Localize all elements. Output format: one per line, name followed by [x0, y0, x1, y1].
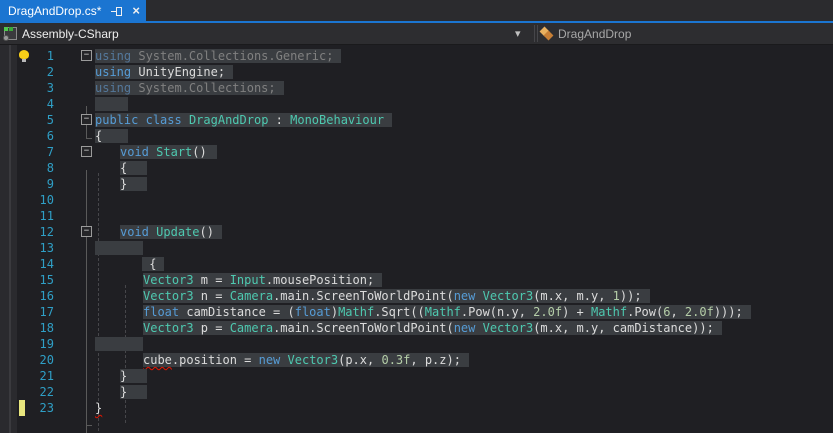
code-line[interactable]: 13	[0, 240, 833, 256]
line-number: 15	[39, 273, 54, 287]
code-line[interactable]: 5 public class DragAndDrop : MonoBehaviou…	[0, 112, 833, 128]
line-number: 13	[39, 241, 54, 255]
class-icon	[539, 26, 554, 41]
code-text: float camDistance = (float)Mathf.Sqrt((M…	[143, 304, 751, 320]
code-text: Vector3 n = Camera.main.ScreenToWorldPoi…	[143, 288, 650, 304]
type-dropdown-label: DragAndDrop	[558, 26, 632, 41]
type-dropdown[interactable]: DragAndDrop	[539, 23, 632, 44]
tab-strip: DragAndDrop.cs* ×	[0, 0, 833, 21]
code-text: Vector3 m = Input.mousePosition;	[143, 272, 383, 288]
code-line[interactable]: 22}	[0, 384, 833, 400]
line-number: 9	[46, 177, 54, 191]
code-line[interactable]: 1 using System.Collections.Generic;	[0, 48, 833, 64]
code-line[interactable]: 20 cube.position = new Vector3(p.x, 0.3f,…	[0, 352, 833, 368]
line-number: 21	[39, 369, 54, 383]
code-text: public class DragAndDrop : MonoBehaviour	[95, 112, 393, 128]
navbar-separator	[537, 25, 538, 42]
line-number: 4	[46, 97, 54, 111]
vs-editor-window: DragAndDrop.cs* × Assembly-CSharp ▾ Drag…	[0, 0, 833, 433]
code-line[interactable]: 9}	[0, 176, 833, 192]
code-line[interactable]: 6{	[0, 128, 833, 144]
code-text	[95, 336, 144, 352]
code-text: cube.position = new Vector3(p.x, 0.3f, p…	[143, 352, 469, 368]
line-number: 20	[39, 353, 54, 367]
line-number: 5	[46, 113, 54, 127]
unsaved-change-indicator	[19, 400, 25, 416]
code-line[interactable]: 7 void Start()	[0, 144, 833, 160]
code-line[interactable]: 23}	[0, 400, 833, 416]
line-number: 3	[46, 81, 54, 95]
tab-title: DragAndDrop.cs*	[8, 3, 102, 18]
project-dropdown[interactable]: Assembly-CSharp	[0, 23, 534, 44]
code-line[interactable]: 16 Vector3 n = Camera.main.ScreenToWorldP…	[0, 288, 833, 304]
code-text: }	[120, 384, 148, 400]
code-text: {	[95, 128, 129, 144]
code-line[interactable]: 10	[0, 192, 833, 208]
lightbulb-icon[interactable]	[19, 50, 29, 62]
line-number: 19	[39, 337, 54, 351]
tab-draganddrop[interactable]: DragAndDrop.cs* ×	[0, 0, 146, 21]
code-line[interactable]: 3 using System.Collections;	[0, 80, 833, 96]
csharp-project-icon	[3, 27, 17, 41]
code-line[interactable]: 21}	[0, 368, 833, 384]
line-number: 18	[39, 321, 54, 335]
error-squiggle: }	[95, 401, 103, 415]
project-dropdown-label: Assembly-CSharp	[22, 26, 119, 41]
pin-icon[interactable]	[111, 5, 124, 17]
code-text: void Start()	[120, 144, 217, 160]
line-number: 7	[46, 145, 54, 159]
code-line[interactable]: 17 float camDistance = (float)Mathf.Sqrt(…	[0, 304, 833, 320]
code-text: {	[142, 256, 165, 272]
code-text: Vector3 p = Camera.main.ScreenToWorldPoi…	[143, 320, 722, 336]
code-text: }	[95, 400, 102, 416]
code-line[interactable]: 11	[0, 208, 833, 224]
code-text: using System.Collections;	[95, 80, 284, 96]
line-number: 10	[39, 193, 54, 207]
line-number: 22	[39, 385, 54, 399]
code-text	[95, 240, 144, 256]
line-number: 17	[39, 305, 54, 319]
line-number: 2	[46, 65, 54, 79]
navbar-separator	[534, 25, 535, 42]
code-text: using System.Collections.Generic;	[95, 48, 342, 64]
code-text: void Update()	[120, 224, 222, 240]
code-text: {	[120, 160, 148, 176]
line-number: 6	[46, 129, 54, 143]
code-line[interactable]: 14 {	[0, 256, 833, 272]
line-number: 8	[46, 161, 54, 175]
chevron-down-icon[interactable]: ▾	[515, 27, 521, 40]
close-icon[interactable]: ×	[132, 4, 140, 17]
code-line[interactable]: 15 Vector3 m = Input.mousePosition;	[0, 272, 833, 288]
code-line[interactable]: 4	[0, 96, 833, 112]
code-text: }	[120, 368, 148, 384]
line-number: 14	[39, 257, 54, 271]
code-rows: 1 using System.Collections.Generic; 2 using…	[0, 48, 833, 433]
line-number: 11	[39, 209, 54, 223]
code-line[interactable]: 12 void Update()	[0, 224, 833, 240]
code-line[interactable]: 18 Vector3 p = Camera.main.ScreenToWorldP…	[0, 320, 833, 336]
code-text	[95, 96, 128, 112]
code-line[interactable]: 2 using UnityEngine;	[0, 64, 833, 80]
code-line[interactable]: 19	[0, 336, 833, 352]
code-line[interactable]: 8{	[0, 160, 833, 176]
code-text: using UnityEngine;	[95, 64, 234, 80]
error-squiggle: cube	[143, 353, 172, 367]
navigation-bar: Assembly-CSharp ▾ DragAndDrop	[0, 23, 833, 45]
line-number: 12	[39, 225, 54, 239]
code-text: }	[120, 176, 148, 192]
line-number: 16	[39, 289, 54, 303]
code-editor[interactable]: − − − − 1 using System.Collections.Generic; 2…	[0, 45, 833, 433]
